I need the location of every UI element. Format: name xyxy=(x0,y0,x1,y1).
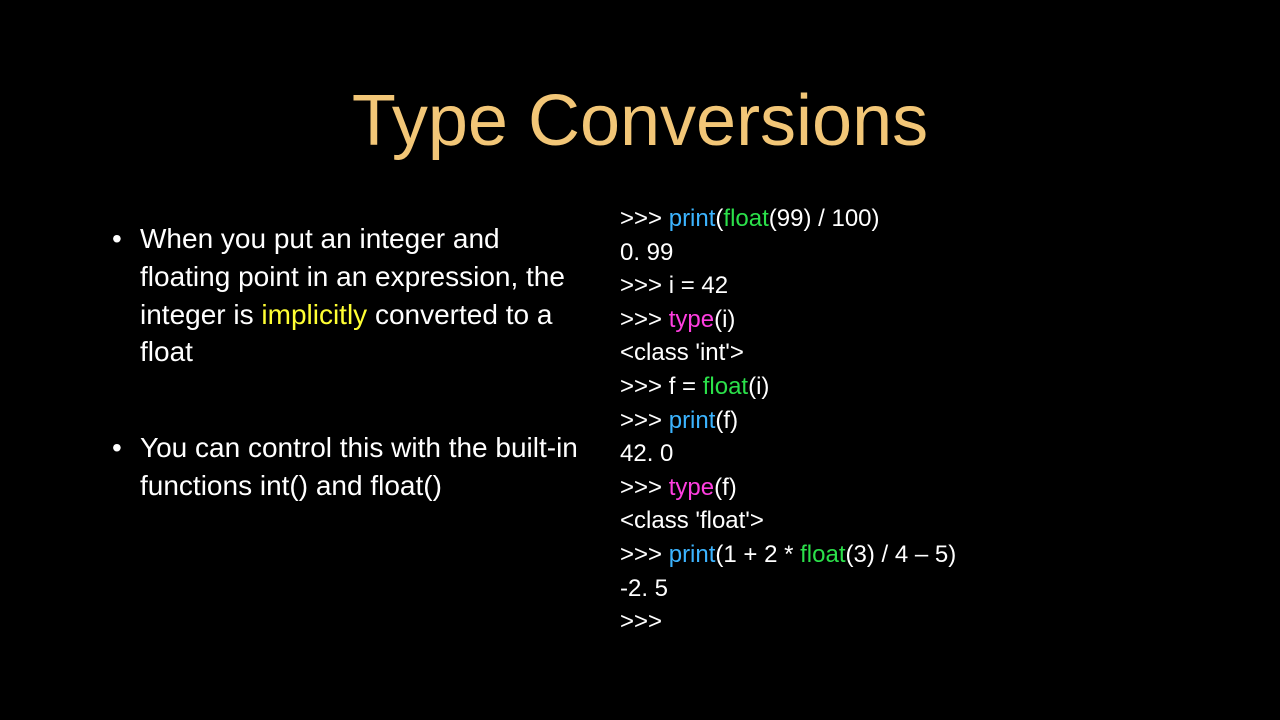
code-line-2: 0. 99 xyxy=(620,236,1180,270)
code-seg-type: type xyxy=(669,474,714,501)
code-seg: >>> xyxy=(620,306,669,333)
code-line-13: >>> xyxy=(620,605,1180,639)
code-seg: (i) xyxy=(748,373,769,400)
bullet-1-highlight: implicitly xyxy=(261,299,367,330)
code-line-12: -2. 5 xyxy=(620,572,1180,606)
code-seg: >>> xyxy=(620,205,669,232)
code-line-6: >>> f = float(i) xyxy=(620,370,1180,404)
bullet-item-2: You can control this with the built-in f… xyxy=(100,411,580,505)
code-line-1: >>> print(float(99) / 100) xyxy=(620,202,1180,236)
code-column: >>> print(float(99) / 100) 0. 99 >>> i =… xyxy=(620,202,1180,639)
code-seg-print: print xyxy=(669,205,716,232)
slide-title: Type Conversions xyxy=(0,0,1280,202)
code-line-9: >>> type(f) xyxy=(620,471,1180,505)
code-seg-float: float xyxy=(723,205,768,232)
code-seg: (3) / 4 – 5) xyxy=(846,541,957,568)
code-seg: >>> f = xyxy=(620,373,703,400)
code-seg: >>> xyxy=(620,407,669,434)
code-line-10: <class 'float'> xyxy=(620,504,1180,538)
code-seg: (99) / 100) xyxy=(769,205,880,232)
code-seg-type: type xyxy=(669,306,714,333)
code-seg: (f) xyxy=(714,474,737,501)
slide-body: When you put an integer and floating poi… xyxy=(0,202,1280,639)
code-seg: (i) xyxy=(714,306,735,333)
code-seg-float: float xyxy=(800,541,845,568)
slide: Type Conversions When you put an integer… xyxy=(0,0,1280,720)
code-seg: (f) xyxy=(715,407,738,434)
code-seg: (1 + 2 * xyxy=(715,541,800,568)
code-seg: >>> xyxy=(620,474,669,501)
bullet-item-1: When you put an integer and floating poi… xyxy=(100,202,580,371)
code-seg-print: print xyxy=(669,407,716,434)
code-line-3: >>> i = 42 xyxy=(620,269,1180,303)
bullet-list: When you put an integer and floating poi… xyxy=(100,202,580,505)
code-line-8: 42. 0 xyxy=(620,437,1180,471)
code-line-7: >>> print(f) xyxy=(620,404,1180,438)
code-seg: >>> xyxy=(620,541,669,568)
code-line-11: >>> print(1 + 2 * float(3) / 4 – 5) xyxy=(620,538,1180,572)
code-seg-print: print xyxy=(669,541,716,568)
code-seg-float: float xyxy=(703,373,748,400)
code-line-5: <class 'int'> xyxy=(620,336,1180,370)
code-line-4: >>> type(i) xyxy=(620,303,1180,337)
bullet-column: When you put an integer and floating poi… xyxy=(100,202,580,639)
